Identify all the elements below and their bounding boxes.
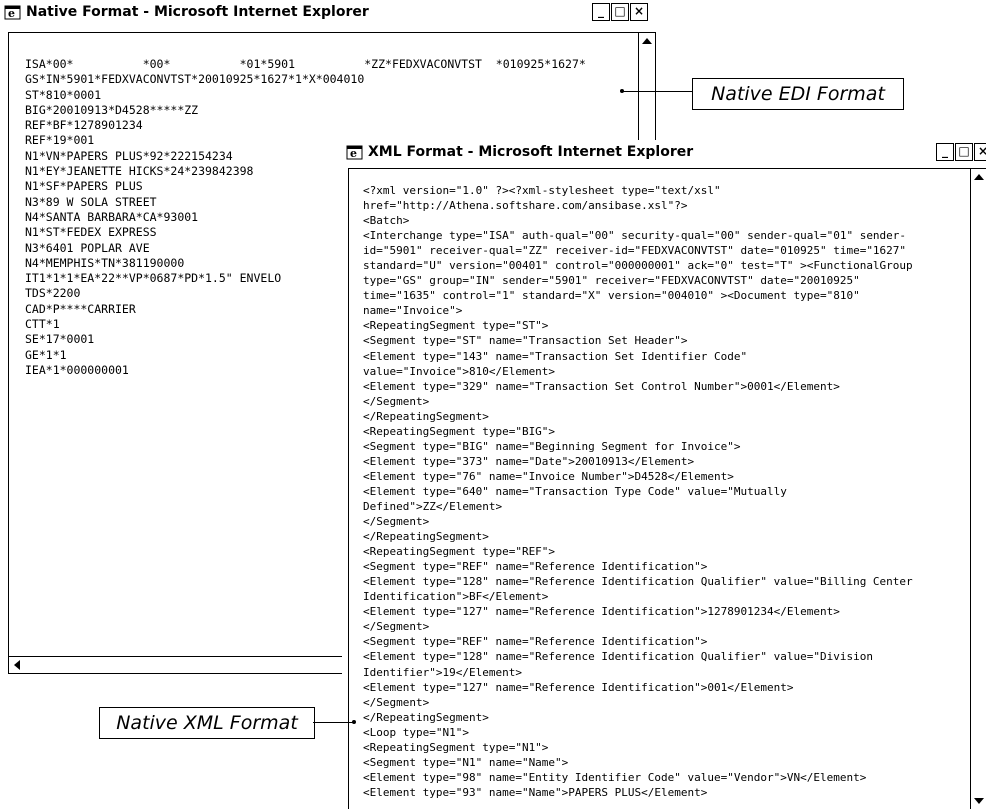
xml-line: time="1635" control="1" standard="X" ver…: [363, 289, 860, 303]
edi-line: N4*MEMPHIS*TN*381190000: [25, 255, 185, 270]
maximize-button[interactable]: □: [611, 3, 629, 21]
xml-line: </Segment>: [363, 394, 430, 408]
edi-line: ISA*00* *00* *01*5901 *ZZ*FEDXVACONVTST …: [25, 57, 586, 71]
edi-line: BIG*20010913*D4528*****ZZ: [25, 102, 199, 117]
edi-line: N1*SF*PAPERS PLUS: [25, 179, 143, 194]
xml-line: <RepeatingSegment type="REF">: [363, 545, 556, 559]
edi-line: GS*IN*5901*FEDXVACONVTST*20010925*1627*1…: [25, 72, 365, 87]
xml-line: <Segment type="REF" name="Reference Iden…: [363, 635, 708, 649]
edi-line: N3*6401 POPLAR AVE: [25, 240, 150, 255]
minimize-button[interactable]: _: [592, 3, 610, 21]
internet-explorer-icon: e: [4, 5, 21, 20]
xml-line: standard="U" version="00401" control="00…: [363, 259, 913, 273]
svg-text:e: e: [350, 147, 357, 160]
xml-line: <Element type="143" name="Transaction Se…: [363, 349, 748, 363]
xml-line: type="GS" group="IN" sender="5901" recei…: [363, 274, 860, 288]
edi-line: N1*ST*FEDEX EXPRESS: [25, 225, 157, 240]
edi-line: N1*VN*PAPERS PLUS*92*222154234: [25, 148, 233, 163]
callout-leader-line: [313, 722, 354, 723]
edi-line: REF*19*001: [25, 133, 95, 148]
edi-line: N4*SANTA BARBARA*CA*93001: [25, 209, 199, 224]
xml-line: href="http://Athena.softshare.com/ansiba…: [363, 199, 688, 213]
internet-explorer-icon: e: [346, 145, 363, 160]
xml-line: <Segment type="BIG" name="Beginning Segm…: [363, 439, 741, 453]
xml-line: <RepeatingSegment type="ST">: [363, 319, 549, 333]
xml-line: <Segment type="ST" name="Transaction Set…: [363, 334, 688, 348]
xml-text: <?xml version="1.0" ?><?xml-stylesheet t…: [363, 183, 913, 800]
xml-line: <Element type="127" name="Reference Iden…: [363, 605, 840, 619]
scroll-up-arrow-icon[interactable]: [642, 38, 652, 44]
xml-line: </Segment>: [363, 515, 430, 529]
xml-line: Identifier">19</Element>: [363, 665, 522, 679]
callout-anchor-dot: [352, 720, 356, 724]
xml-line: value="Invoice">810</Element>: [363, 364, 556, 378]
edi-line: REF*BF*1278901234: [25, 118, 143, 133]
scroll-up-arrow-icon[interactable]: [974, 174, 984, 180]
scroll-down-arrow-icon[interactable]: [974, 798, 984, 804]
callout-leader-line: [622, 91, 692, 92]
native-window-title: Native Format - Microsoft Internet Explo…: [26, 4, 369, 20]
xml-line: <Element type="640" name="Transaction Ty…: [363, 484, 787, 498]
xml-window-title: XML Format - Microsoft Internet Explorer: [368, 144, 694, 160]
xml-line: <Element type="128" name="Reference Iden…: [363, 575, 913, 589]
edi-line: GE*1*1: [25, 347, 67, 362]
xml-vertical-scrollbar[interactable]: [970, 169, 986, 809]
edi-line: ST*810*0001: [25, 87, 102, 102]
xml-line: </RepeatingSegment>: [363, 710, 489, 724]
minimize-button[interactable]: _: [936, 143, 954, 161]
xml-window-titlebar[interactable]: e XML Format - Microsoft Internet Explor…: [342, 140, 986, 164]
xml-line: </Segment>: [363, 695, 430, 709]
xml-line: <Element type="127" name="Reference Iden…: [363, 680, 794, 694]
edi-line: CAD*P****CARRIER: [25, 301, 136, 316]
maximize-button[interactable]: □: [955, 143, 973, 161]
xml-line: <Segment type="N1" name="Name">: [363, 755, 569, 769]
edi-line: TDS*2200: [25, 286, 81, 301]
xml-line: <Batch>: [363, 214, 410, 228]
xml-format-window: e XML Format - Microsoft Internet Explor…: [342, 140, 986, 809]
xml-line: <RepeatingSegment type="BIG">: [363, 424, 556, 438]
xml-line: <Element type="329" name="Transaction Se…: [363, 379, 840, 393]
xml-line: <Element type="98" name="Entity Identifi…: [363, 770, 867, 784]
svg-text:e: e: [8, 7, 15, 20]
xml-content-pane: <?xml version="1.0" ?><?xml-stylesheet t…: [348, 168, 986, 809]
xml-line: <Element type="93" name="Name">PAPERS PL…: [363, 785, 708, 799]
xml-line: Identification">BF</Element>: [363, 590, 549, 604]
xml-window-controls: _ □ ×: [935, 143, 986, 161]
scroll-left-arrow-icon[interactable]: [14, 660, 20, 670]
xml-line: </RepeatingSegment>: [363, 530, 489, 544]
native-window-controls: _ □ ×: [591, 3, 648, 21]
xml-line: name="Invoice">: [363, 304, 463, 318]
close-button[interactable]: ×: [630, 3, 648, 21]
xml-line: <Element type="128" name="Reference Iden…: [363, 650, 873, 664]
xml-line: </Segment>: [363, 620, 430, 634]
native-xml-callout: Native XML Format: [99, 707, 315, 739]
edi-line: IT1*1*1*EA*22**VP*0687*PD*1.5" ENVELO: [25, 271, 282, 286]
edi-line: N3*89 W SOLA STREET: [25, 194, 157, 209]
edi-line: N1*EY*JEANETTE HICKS*24*239842398: [25, 164, 254, 179]
edi-line: SE*17*0001: [25, 332, 95, 347]
xml-line: <RepeatingSegment type="N1">: [363, 740, 549, 754]
xml-line: <Element type="373" name="Date">20010913…: [363, 454, 695, 468]
xml-line: <?xml version="1.0" ?><?xml-stylesheet t…: [363, 184, 721, 197]
xml-line: <Loop type="N1">: [363, 725, 469, 739]
xml-line: </RepeatingSegment>: [363, 409, 489, 423]
xml-line: <Element type="76" name="Invoice Number"…: [363, 469, 734, 483]
native-edi-callout: Native EDI Format: [692, 78, 904, 110]
edi-line: CTT*1: [25, 317, 60, 332]
xml-line: <Interchange type="ISA" auth-qual="00" s…: [363, 229, 907, 243]
close-button[interactable]: ×: [974, 143, 986, 161]
edi-line: IEA*1*000000001: [25, 362, 129, 377]
native-window-titlebar[interactable]: e Native Format - Microsoft Internet Exp…: [0, 0, 656, 24]
xml-line: <Segment type="REF" name="Reference Iden…: [363, 560, 708, 574]
xml-line: id="5901" receiver-qual="ZZ" receiver-id…: [363, 244, 907, 258]
xml-line: Defined">ZZ</Element>: [363, 499, 503, 513]
